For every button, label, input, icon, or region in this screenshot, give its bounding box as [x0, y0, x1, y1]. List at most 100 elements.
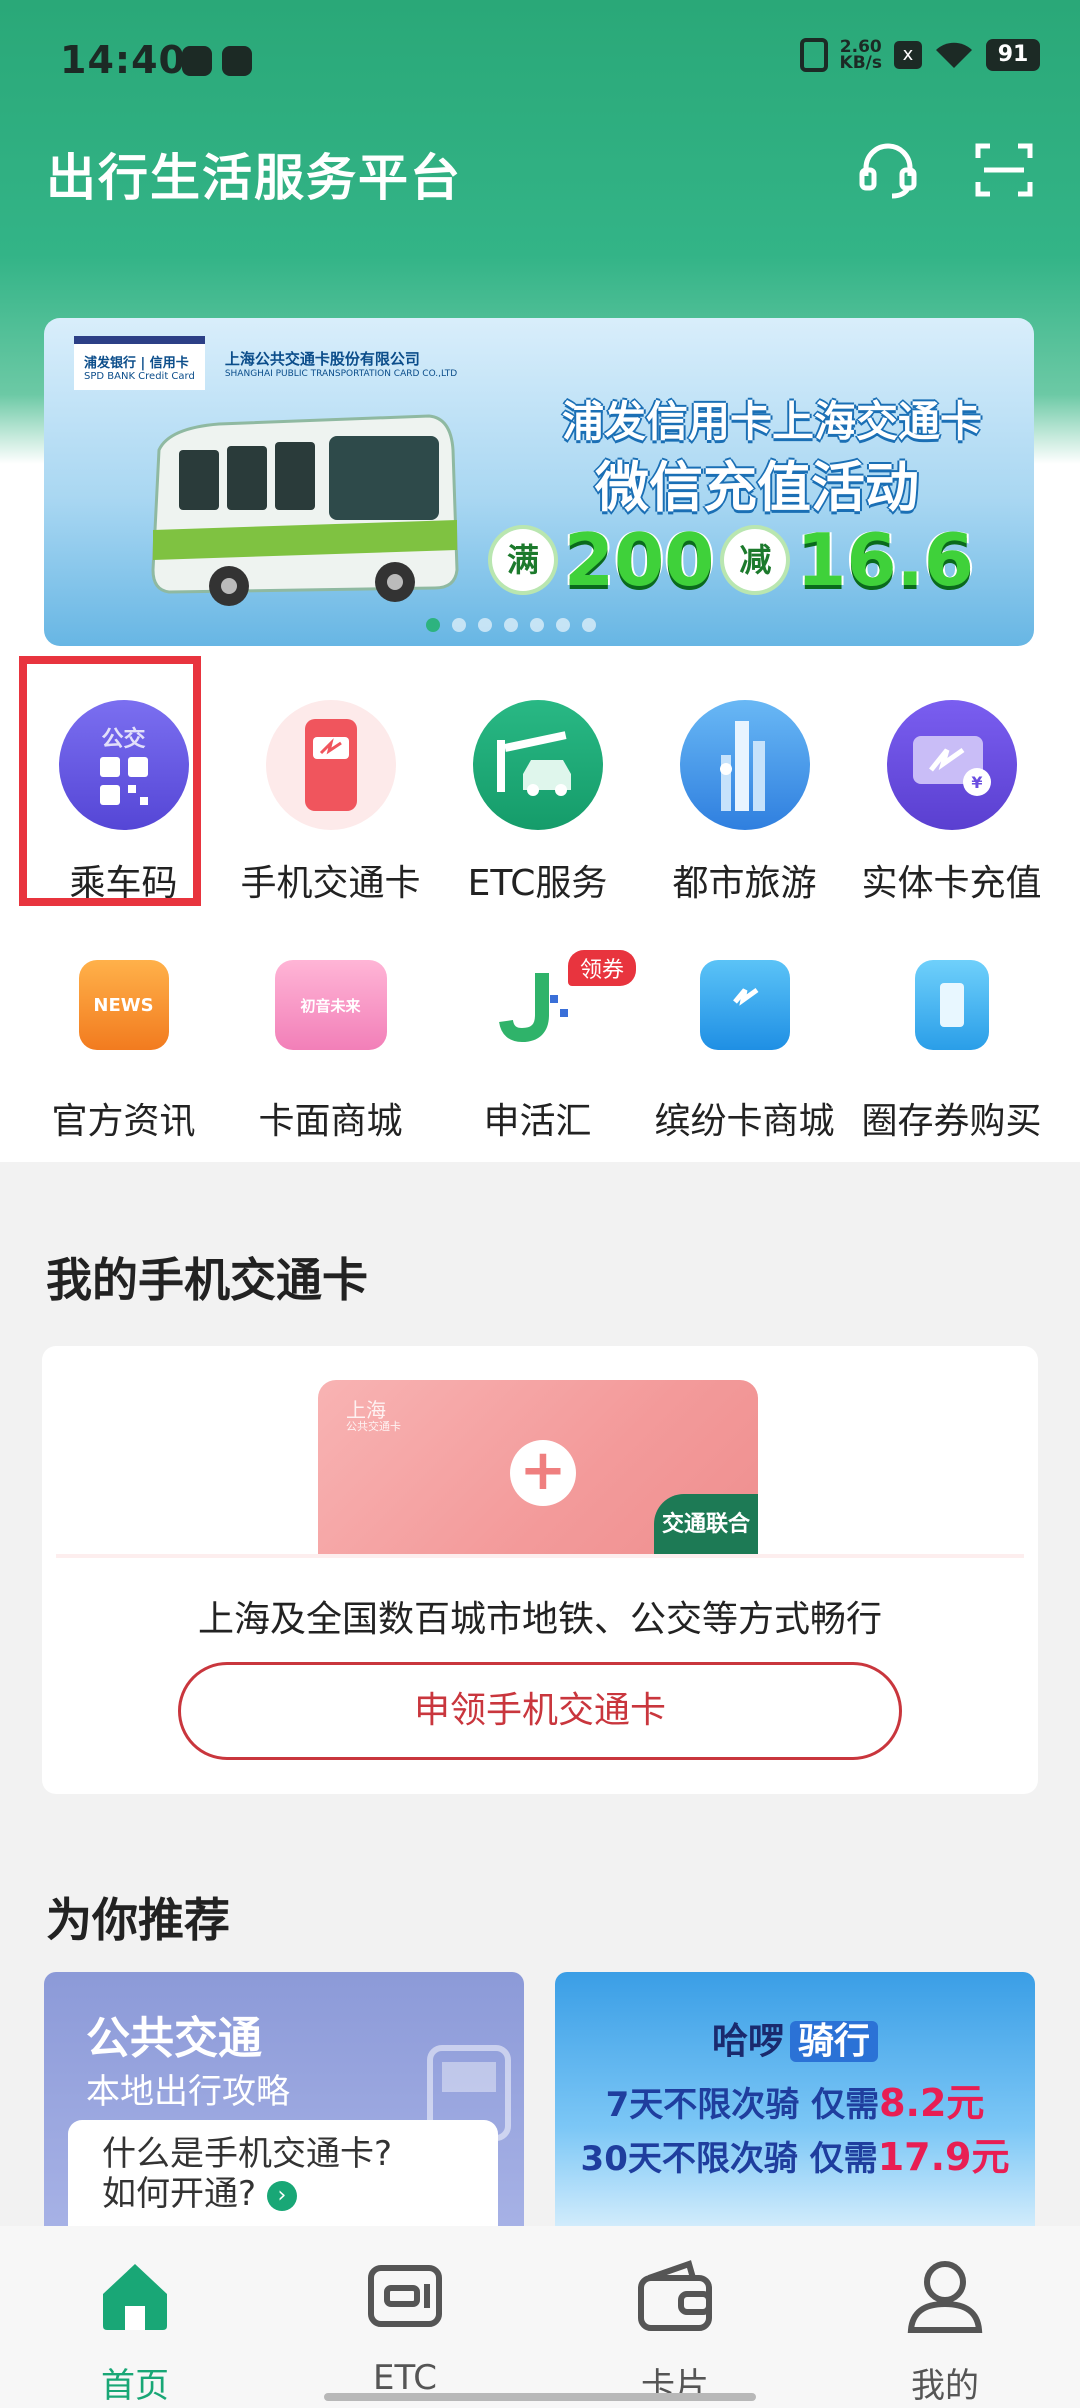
promo-full-tag: 满	[492, 529, 555, 591]
promo-banner[interactable]: 浦发银行 | 信用卡 SPD BANK Credit Card 上海公共交通卡股…	[44, 318, 1034, 646]
spd-bank-logo-text: 浦发银行 | 信用卡	[84, 356, 189, 371]
network-speed-unit: KB/s	[839, 53, 882, 73]
service-label: ETC服务	[467, 863, 608, 904]
banner-subheadline: 微信充值活动	[595, 456, 919, 519]
service-label: 实体卡充值	[861, 863, 1042, 904]
bus-illustration	[151, 414, 459, 606]
home-icon	[103, 2264, 167, 2330]
tab-label: 我的	[911, 2366, 979, 2406]
company-logo-text: 上海公共交通卡股份有限公司	[224, 349, 420, 368]
j-letter-graphic	[498, 973, 568, 1043]
tiktok-icon	[222, 46, 252, 76]
banner-dot	[452, 618, 466, 632]
service-shenhuohui[interactable]: 领券 申活汇	[434, 950, 641, 1144]
tab-label: ETC	[373, 2358, 437, 2398]
selection-highlight-box	[19, 656, 201, 906]
promo-off-tag: 减	[724, 529, 787, 591]
service-label: 卡面商城	[258, 1101, 403, 1142]
status-time: 14:40	[60, 38, 186, 82]
mobile-transit-card-icon	[265, 700, 396, 830]
hellobike-brand: 哈啰 骑行	[555, 2012, 1035, 2064]
deal-30day-price: 17.9元	[877, 2135, 1010, 2179]
transport-card-company-logo: 上海公共交通卡股份有限公司 SHANGHAI PUBLIC TRANSPORTA…	[225, 348, 457, 379]
vibrate-icon	[799, 38, 828, 72]
phone-card-graphic	[304, 719, 357, 811]
add-card-icon: +	[510, 1440, 576, 1506]
status-app-icon	[182, 46, 212, 76]
hellobike-deal-7day: 7天不限次骑 仅需8.2元	[555, 2072, 1035, 2127]
promo-full-value: 200	[564, 518, 715, 602]
card-face-shop-icon: 初音未来	[274, 960, 387, 1050]
service-grid-row-2: NEWS 官方资讯 初音未来 卡面商城 领券 申活汇 缤纷卡商城 圈存券购买	[20, 950, 1080, 1144]
battery-level: 91	[986, 39, 1040, 71]
coupon-badge: 领券	[568, 950, 637, 986]
hellobike-deal-30day: 30天不限次骑 仅需17.9元	[555, 2126, 1035, 2181]
tab-profile[interactable]: 我的	[810, 2226, 1080, 2408]
svg-text:¥: ¥	[971, 773, 982, 792]
service-card-recharge[interactable]: ¥ 实体卡充值	[848, 700, 1055, 906]
card-brand-sub: 公共交通卡	[346, 1420, 401, 1433]
recommend-section-title: 为你推荐	[46, 1893, 230, 1947]
home-indicator[interactable]	[324, 2393, 756, 2401]
tab-home[interactable]: 首页	[0, 2226, 270, 2408]
recommend-hellobike-card[interactable]: 哈啰 骑行 7天不限次骑 仅需8.2元 30天不限次骑 仅需17.9元	[555, 1972, 1035, 2232]
etc-car-icon	[472, 700, 603, 830]
banner-pagination	[426, 618, 596, 632]
spd-bank-logo: 浦发银行 | 信用卡 SPD BANK Credit Card	[74, 336, 205, 390]
recommend-left-title: 公共交通	[86, 2013, 262, 2064]
tab-etc[interactable]: ETC	[270, 2226, 540, 2408]
bag-graphic	[732, 987, 758, 1006]
voucher-icon	[914, 960, 989, 1050]
deal-30day-text: 30天不限次骑 仅需	[580, 2139, 878, 2179]
scan-icon[interactable]	[974, 140, 1034, 200]
service-colorful-card-shop[interactable]: 缤纷卡商城	[641, 960, 848, 1144]
tab-label: 首页	[101, 2366, 169, 2406]
my-card-description: 上海及全国数百城市地铁、公交等方式畅行	[197, 1599, 882, 1640]
page-title: 出行生活服务平台	[46, 149, 462, 207]
tab-cards[interactable]: 卡片	[540, 2226, 810, 2408]
card-recharge-icon: ¥	[886, 700, 1017, 830]
banner-dot	[504, 618, 518, 632]
recommend-left-subtitle: 本地出行攻略	[86, 2072, 290, 2112]
service-label: 都市旅游	[672, 863, 817, 904]
deal-7day-price: 8.2元	[879, 2081, 985, 2125]
service-label: 官方资讯	[51, 1101, 196, 1142]
sim-status-icon: x	[894, 41, 922, 69]
headset-icon[interactable]	[858, 140, 918, 200]
service-voucher-purchase[interactable]: 圈存券购买	[848, 960, 1055, 1144]
wifi-icon	[936, 42, 972, 68]
car-barrier-graphic	[496, 731, 571, 796]
faq-question-line-1: 什么是手机交通卡?	[102, 2134, 393, 2174]
service-label: 手机交通卡	[240, 863, 421, 904]
wallet-icon	[638, 2260, 712, 2331]
service-label: 申活汇	[483, 1101, 592, 1142]
banner-dot	[530, 618, 544, 632]
service-city-tour[interactable]: 都市旅游	[641, 700, 848, 906]
service-label: 圈存券购买	[861, 1101, 1042, 1142]
banner-dot	[556, 618, 570, 632]
service-card-face-shop[interactable]: 初音未来 卡面商城	[227, 960, 434, 1144]
service-mobile-transit-card[interactable]: 手机交通卡	[227, 700, 434, 906]
bottom-tab-bar: 首页 ETC 卡片 我的	[0, 2226, 1080, 2408]
company-logo-en: SHANGHAI PUBLIC TRANSPORTATION CARD CO.,…	[224, 368, 458, 379]
card-divider	[56, 1554, 1024, 1558]
service-etc[interactable]: ETC服务	[434, 700, 641, 906]
city-tour-icon	[679, 700, 810, 830]
transport-union-badge: 交通联合	[654, 1494, 758, 1556]
recommend-public-transit-card[interactable]: 公共交通 本地出行攻略 什么是手机交通卡? 如何开通? ›	[44, 1972, 524, 2232]
network-speed: 2.60 KB/s	[839, 39, 882, 73]
banner-dot	[478, 618, 492, 632]
etc-card-icon	[368, 2265, 442, 2327]
user-icon	[907, 2261, 983, 2333]
skyline-graphic	[719, 721, 765, 811]
deal-7day-text: 7天不限次骑 仅需	[605, 2085, 880, 2125]
banner-dot	[582, 618, 596, 632]
transit-card-placeholder[interactable]: 上海 公共交通卡 + 交通联合	[318, 1380, 758, 1556]
news-icon-text: NEWS	[93, 994, 154, 1016]
banner-promo: 满 200 减 16.6	[492, 518, 974, 602]
service-news[interactable]: NEWS 官方资讯	[20, 960, 227, 1144]
service-label: 缤纷卡商城	[654, 1101, 835, 1142]
news-icon: NEWS	[78, 960, 169, 1050]
faq-box[interactable]: 什么是手机交通卡? 如何开通? ›	[68, 2120, 498, 2232]
apply-mobile-card-button[interactable]: 申领手机交通卡	[178, 1662, 902, 1760]
